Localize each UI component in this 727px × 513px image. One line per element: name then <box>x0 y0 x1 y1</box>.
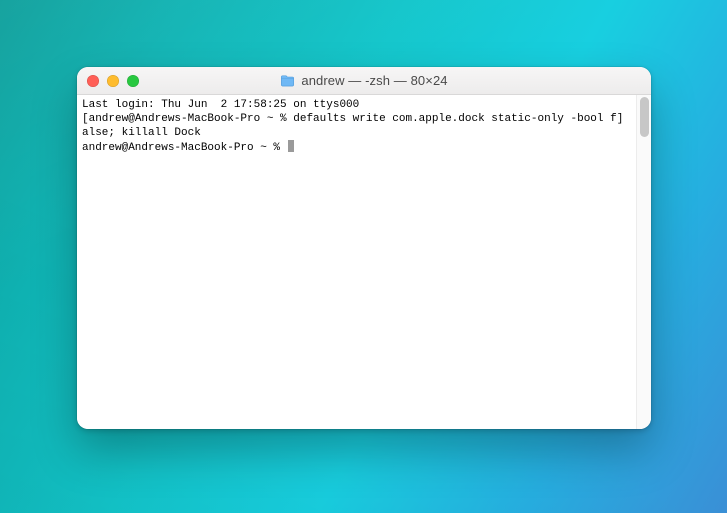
terminal-cursor <box>288 140 295 152</box>
window-title: andrew — -zsh — 80×24 <box>301 73 447 88</box>
terminal-viewport[interactable]: Last login: Thu Jun 2 17:58:25 on ttys00… <box>77 95 636 429</box>
zoom-button[interactable] <box>127 75 139 87</box>
window-titlebar[interactable]: andrew — -zsh — 80×24 <box>77 67 651 95</box>
terminal-line: alse; killall Dock <box>82 127 201 139</box>
scrollbar-thumb[interactable] <box>640 97 649 137</box>
close-button[interactable] <box>87 75 99 87</box>
terminal-window: andrew — -zsh — 80×24 Last login: Thu Ju… <box>77 67 651 429</box>
terminal-output: Last login: Thu Jun 2 17:58:25 on ttys00… <box>82 98 632 155</box>
minimize-button[interactable] <box>107 75 119 87</box>
window-title-group: andrew — -zsh — 80×24 <box>77 67 651 94</box>
terminal-line: Last login: Thu Jun 2 17:58:25 on ttys00… <box>82 99 359 111</box>
folder-icon <box>280 75 295 87</box>
terminal-line: andrew@Andrews-MacBook-Pro ~ % <box>82 142 294 154</box>
terminal-line: [andrew@Andrews-MacBook-Pro ~ % defaults… <box>82 113 623 125</box>
vertical-scrollbar[interactable] <box>636 95 651 429</box>
terminal-body[interactable]: Last login: Thu Jun 2 17:58:25 on ttys00… <box>77 95 651 429</box>
window-controls <box>77 75 139 87</box>
